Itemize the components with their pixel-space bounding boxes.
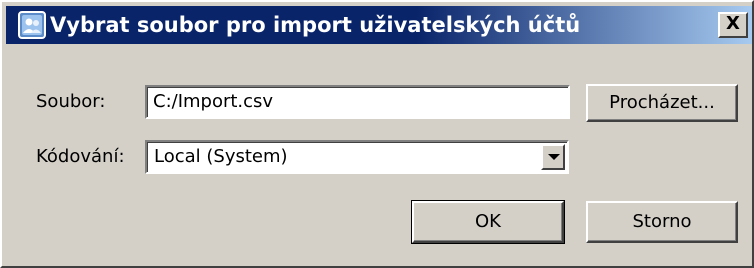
encoding-select[interactable]: Local (System) [145, 140, 569, 174]
encoding-label: Kódování: [36, 146, 125, 167]
users-import-icon [18, 11, 46, 39]
window-title: Vybrat soubor pro import uživatelských ú… [50, 13, 581, 37]
cancel-button[interactable]: Storno [586, 201, 738, 243]
close-button[interactable]: X [718, 12, 748, 38]
chevron-down-icon[interactable] [541, 144, 565, 170]
ok-button[interactable]: OK [411, 200, 565, 244]
title-bar[interactable]: Vybrat soubor pro import uživatelských ú… [6, 6, 752, 44]
file-path-input[interactable]: C:/Import.csv [145, 85, 570, 119]
browse-button[interactable]: Procházet... [586, 84, 738, 122]
file-label: Soubor: [36, 91, 106, 112]
encoding-value: Local (System) [154, 146, 288, 167]
dialog-window: Vybrat soubor pro import uživatelských ú… [0, 0, 754, 268]
